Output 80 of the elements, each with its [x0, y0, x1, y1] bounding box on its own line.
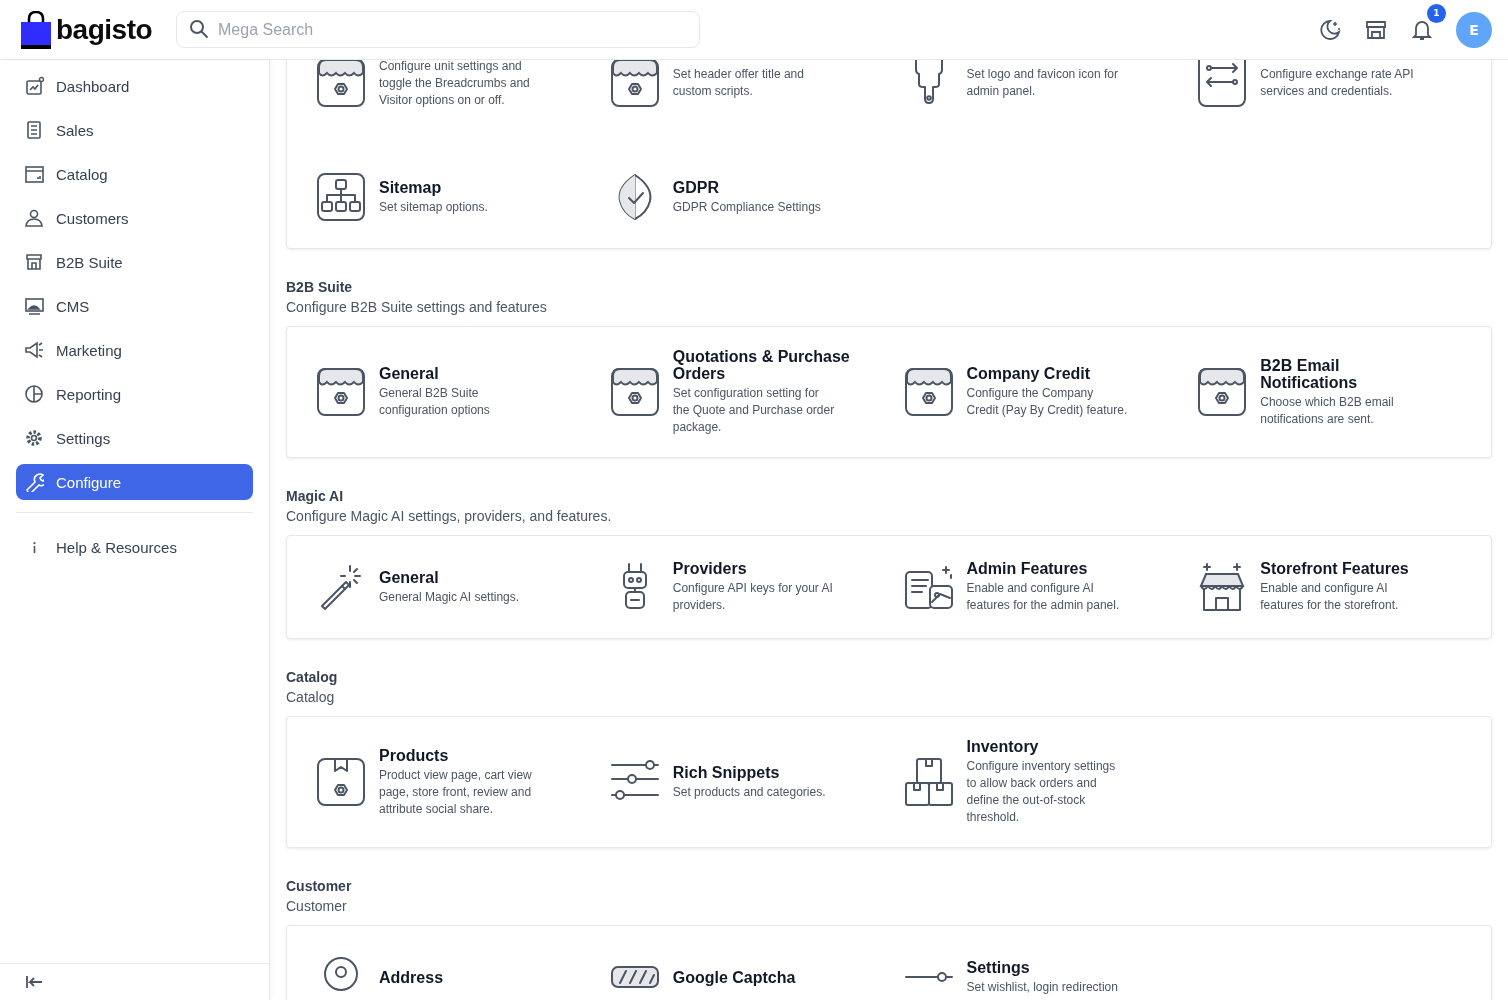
setting-description: Configure the Company Credit (Pay By Credit) feature. — [966, 385, 1129, 419]
section-description: Configure B2B Suite settings and features — [286, 298, 548, 317]
setting-description: Set wishlist, login redirection — [966, 978, 1119, 996]
setting-title[interactable]: Company Credit — [966, 365, 1147, 382]
sidebar-item[interactable]: Catalog — [16, 156, 253, 192]
section-description: Customer — [286, 897, 348, 916]
section-title: Magic AI — [286, 487, 345, 506]
chart-icon — [24, 76, 44, 96]
info-icon — [32, 541, 36, 553]
setting-title[interactable]: Inventory — [966, 738, 1147, 755]
setting-title[interactable]: General — [379, 365, 559, 382]
search-icon — [189, 19, 209, 39]
setting-title[interactable]: Providers — [672, 560, 853, 577]
setting-description: Enable and configure AI features for the admin panel. — [966, 580, 1121, 614]
store-gear-icon — [1197, 367, 1248, 417]
sidebar-item[interactable]: Marketing — [16, 332, 253, 368]
setting-title[interactable]: Admin Features — [966, 560, 1147, 577]
setting-description: General Magic AI settings. — [379, 588, 521, 606]
box-gear-icon — [316, 757, 366, 807]
logo-text[interactable]: bagisto — [56, 13, 153, 46]
shopping-bag-icon — [20, 10, 52, 49]
store-gear-icon — [316, 367, 366, 417]
store-gear-icon — [903, 367, 954, 417]
exchange-icon — [1197, 60, 1248, 108]
sidebar-item[interactable]: Sales — [16, 112, 253, 148]
section-description: Catalog — [286, 688, 336, 707]
setting-title[interactable]: Quotations & Purchase Orders — [672, 348, 853, 382]
sidebar-item[interactable]: Dashboard — [16, 68, 253, 104]
document-icon — [24, 120, 44, 140]
store-gear-icon — [609, 367, 660, 417]
sidebar-item[interactable]: Help & Resources — [16, 529, 253, 565]
person-icon — [24, 208, 44, 228]
setting-title[interactable]: Products — [379, 746, 559, 764]
section-title: Catalog — [286, 668, 339, 687]
setting-description: Configure unit settings and toggle the Breadcrumbs and Visitor options on or off. — [379, 60, 531, 109]
sidebar-item[interactable]: B2B Suite — [16, 244, 253, 280]
sitemap-icon — [316, 172, 366, 222]
sidebar-item[interactable]: CMS — [16, 288, 253, 324]
setting-description: Configure exchange rate API services and credentials. — [1260, 66, 1415, 100]
gear-icon — [24, 428, 44, 448]
sidebar-item[interactable]: Configure — [16, 464, 253, 500]
setting-title[interactable]: GDPR — [672, 178, 853, 196]
megaphone-icon — [24, 340, 44, 360]
pie-chart-icon — [24, 384, 44, 404]
setting-description: Set logo and favicon icon for admin panel. — [966, 66, 1119, 100]
captcha-icon — [609, 966, 660, 988]
setting-title[interactable]: General — [379, 568, 559, 586]
setting-title[interactable]: B2B Email Notifications — [1260, 356, 1441, 391]
catalog-icon — [24, 164, 44, 184]
setting-description: Set configuration setting for the Quote and Purchase order package. — [672, 385, 835, 436]
setting-title[interactable]: Storefront Features — [1260, 560, 1441, 577]
setting-description: Enable and configure AI features for the storefront. — [1260, 580, 1400, 614]
setting-description: Choose which B2B email notifications are sent. — [1260, 393, 1395, 428]
boxes-icon — [903, 757, 954, 807]
sidebar-item[interactable]: Reporting — [16, 376, 253, 412]
section-title: B2B Suite — [286, 278, 354, 297]
setting-description: GDPR Compliance Settings — [672, 198, 822, 216]
setting-title[interactable]: Google Captcha — [672, 968, 853, 986]
wrench-icon — [24, 472, 44, 492]
setting-description: Product view page, cart view page, store front, review and attribute social share. — [379, 766, 533, 818]
monitor-icon — [24, 296, 44, 316]
slider-icon — [903, 971, 954, 983]
search-field[interactable]: Mega Search — [176, 11, 700, 48]
setting-description: Set sitemap options. — [379, 198, 489, 216]
setting-description: Configure API keys for your AI providers. — [672, 580, 834, 614]
setting-description: Configure inventory settings to allow back orders and define the out-of-stock threshold. — [966, 758, 1117, 826]
setting-description: Set products and categories. — [672, 783, 827, 801]
setting-description: General B2B Suite configuration options — [379, 385, 491, 419]
sidebar-item[interactable]: Settings — [16, 420, 253, 456]
setting-title[interactable]: Address — [379, 968, 559, 986]
setting-title[interactable]: Rich Snippets — [672, 763, 853, 781]
sidebar-item[interactable]: Customers — [16, 200, 253, 236]
setting-description: Set header offer title and custom scripts. — [672, 66, 805, 100]
setting-title[interactable]: Settings — [966, 958, 1147, 976]
section-description: Configure Magic AI settings, providers, and features. — [286, 507, 613, 526]
section-title: Customer — [286, 877, 353, 896]
notification-badge: 1 — [1427, 3, 1446, 23]
moon-icon[interactable] — [1318, 17, 1342, 42]
storefront-icon — [24, 252, 44, 272]
setting-title[interactable]: Sitemap — [379, 178, 559, 196]
